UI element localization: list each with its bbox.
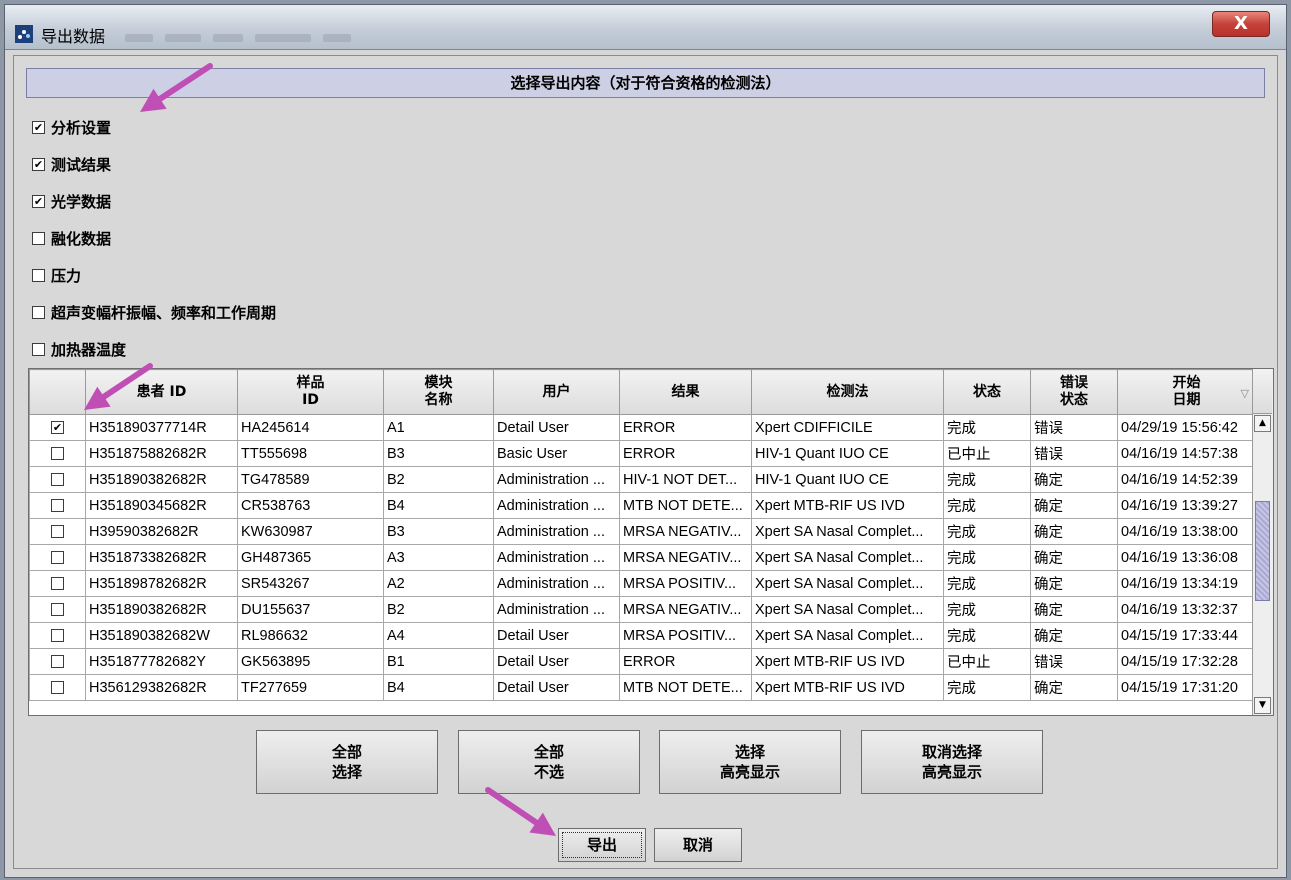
annotation-arrow-1	[150, 63, 213, 107]
annotation-arrow-3	[485, 787, 546, 831]
annotation-arrows	[84, 63, 556, 836]
annotation-arrow-2	[94, 363, 153, 405]
